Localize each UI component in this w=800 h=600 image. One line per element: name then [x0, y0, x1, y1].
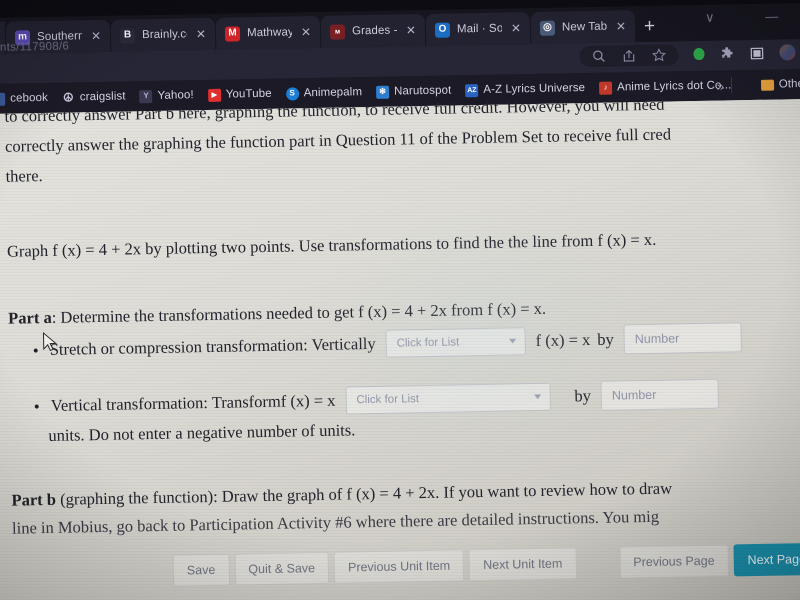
other-bookmarks-label: Other [778, 77, 800, 91]
graph-post: . [651, 229, 657, 249]
part-a-pre: : Determine the transformations needed t… [51, 302, 359, 327]
extensions-puzzle-icon[interactable] [719, 46, 734, 61]
previous-page-button[interactable]: Previous Page [619, 544, 729, 579]
address-bar-url[interactable]: ents/117908/6 [0, 41, 69, 54]
tab-brainly[interactable]: B Brainly.cc ✕ [110, 17, 216, 52]
stretch-type-dropdown[interactable]: Click for List ▼ [385, 327, 526, 358]
part-a-post: . [541, 298, 547, 318]
bookmarks-divider [730, 77, 733, 94]
tab-new-tab[interactable]: ◎ New Tab ✕ [530, 10, 636, 45]
vertical-shift-input[interactable]: Number [600, 378, 720, 411]
tab-label: Mail · So [456, 22, 503, 36]
part-a-expression-2: f (x) = x [487, 298, 543, 319]
extension-green-dot-icon[interactable] [693, 47, 705, 61]
save-button[interactable]: Save [172, 553, 230, 587]
stretch-factor-input[interactable]: Number [623, 322, 743, 355]
favicon-mail-icon: O [434, 22, 451, 38]
favicon-mathway-icon: M [224, 25, 241, 42]
input-placeholder: Number [634, 331, 680, 347]
vertical-direction-dropdown[interactable]: Click for List ▼ [345, 382, 551, 415]
part-a-expression-1: f (x) = 4 + 2x [358, 300, 448, 322]
tab-label: Brainly.cc [141, 28, 188, 42]
close-icon[interactable]: ✕ [404, 23, 418, 37]
graph-mid: by plotting two points. Use transformati… [140, 230, 598, 259]
bookmarks-overflow-icon[interactable]: » [717, 78, 725, 93]
bullet-2-by-label: by [574, 386, 592, 406]
favicon-brainly-icon: B [119, 27, 136, 44]
close-icon[interactable]: ✕ [509, 21, 523, 35]
zoom-search-icon[interactable] [591, 48, 606, 63]
part-b-pre: (graphing the function): Draw the graph … [55, 484, 347, 509]
profile-avatar-icon[interactable] [779, 44, 796, 61]
bullet-icon: • [32, 340, 39, 360]
part-a-label: Part a [8, 307, 52, 328]
part-a-mid: from [446, 299, 488, 320]
tab-label: Mathway [246, 26, 293, 40]
bullet-2-text: Vertical transformation: Transform [50, 391, 281, 415]
favicon-grades-icon: ᴍ [329, 23, 346, 40]
side-panel-icon[interactable] [749, 45, 764, 60]
tab-mathway[interactable]: M Mathway ✕ [215, 15, 321, 50]
chevron-down-icon: ▼ [506, 336, 519, 346]
new-tab-button[interactable]: + [644, 16, 655, 37]
tab-label: Grades - [351, 24, 398, 38]
dropdown-placeholder: Click for List [396, 336, 460, 350]
tab-grades[interactable]: ᴍ Grades - ✕ [320, 13, 426, 48]
graph-pre: Graph [6, 240, 53, 261]
toolbar-icons [579, 38, 796, 70]
previous-unit-item-button[interactable]: Previous Unit Item [333, 549, 465, 584]
bullet-icon: • [33, 396, 40, 416]
intro-line-3: there. [5, 166, 43, 186]
bullet-2-expression: f (x) = x [280, 390, 336, 411]
close-icon[interactable]: ✕ [614, 19, 628, 33]
bookmark-star-icon[interactable] [651, 47, 666, 62]
bullet-1-expression: f (x) = x [535, 330, 591, 351]
part-b-expression: f (x) = 4 + 2x [346, 482, 436, 504]
part-b-post: . If you want to review how to draw [434, 478, 673, 502]
other-bookmarks-folder[interactable]: Other [760, 77, 800, 91]
units-note: units. Do not enter a negative number of… [48, 420, 356, 445]
close-icon[interactable]: ✕ [299, 25, 313, 39]
screen-photograph: ∨ — ✕ m Southern ✕ B Brainly.cc ✕ [0, 0, 800, 600]
dropdown-placeholder: Click for List [356, 393, 420, 407]
bullet-1-text: Stretch or compression transformation: V… [49, 333, 376, 359]
close-icon[interactable]: ✕ [89, 29, 103, 43]
chevron-down-icon: ▼ [531, 391, 544, 402]
next-page-button[interactable]: Next Page [733, 542, 800, 577]
tab-label: New Tab [561, 20, 608, 34]
part-b-label: Part b [11, 489, 57, 510]
quit-and-save-button[interactable]: Quit & Save [234, 551, 330, 586]
graph-expression-2: f (x) = x [597, 229, 653, 250]
folder-icon [760, 79, 774, 91]
bullet-1-by-label: by [597, 329, 614, 349]
page-viewport: to correctly answer Part b here, graphin… [0, 95, 800, 600]
input-placeholder: Number [611, 387, 657, 403]
next-unit-item-button[interactable]: Next Unit Item [468, 547, 577, 582]
tab-mail[interactable]: O Mail · So ✕ [425, 12, 531, 46]
favicon-newtab-icon: ◎ [539, 20, 556, 36]
close-icon[interactable]: ✕ [194, 27, 208, 41]
share-icon[interactable] [621, 48, 636, 63]
graph-expression-1: f (x) = 4 + 2x [52, 239, 142, 260]
